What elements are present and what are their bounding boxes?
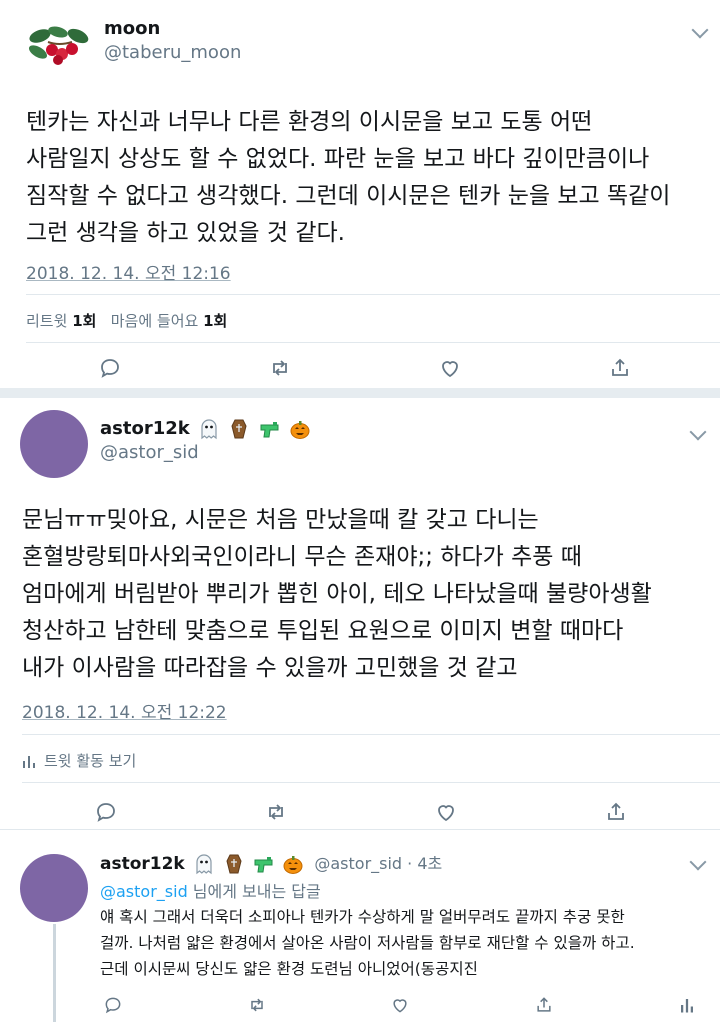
tweet-text-line: 텐카는 자신과 너무나 다른 환경의 이시문을 보고 도통 어떤 [26,109,593,135]
tweet-text-line: 짐작할 수 없다고 생각했다. 그런데 이시문은 텐카 눈을 보고 똑같이 [26,183,671,209]
tweet-text-line: 걸까. 나처럼 얇은 환경에서 살아온 사람이 저사람들 함부로 재단할 수 있… [100,934,635,952]
divider [22,734,720,735]
tweet-text-line: 혼혈방랑퇴마사외국인이라니 무슨 존재야;; 하다가 추풍 때 [22,544,582,570]
water-pistol-icon [260,422,279,438]
like-icon[interactable] [433,799,459,825]
coffin-icon [226,854,242,874]
share-icon[interactable] [603,799,629,825]
reply-to-handle[interactable]: @astor_sid [100,882,188,901]
retweet-stat-label[interactable]: 리트윗 [26,312,67,330]
divider [26,294,720,295]
tweet-text-line: 문님ㅠㅠ밎아요, 시문은 처음 만났을때 칼 갖고 다니는 [22,507,539,533]
thread-line [53,924,56,1022]
reply-to-suffix: 님에게 보내는 답글 [187,882,321,901]
chevron-down-icon[interactable] [689,423,707,441]
like-stat-label[interactable]: 마음에 들어요 [111,312,199,330]
tweet-text: 텐카는 자신과 너무나 다른 환경의 이시문을 보고 도통 어떤 사람일지 상상… [26,104,670,252]
like-stat-count[interactable]: 1회 [203,312,227,330]
tweet-text-line: 내가 이사람을 따라잡을 수 있을까 고민했을 것 같고 [22,655,518,681]
chevron-down-icon[interactable] [689,853,707,871]
water-pistol-icon [254,857,273,873]
divider [26,342,720,343]
like-icon[interactable] [437,355,463,381]
tweet-activity-label: 트윗 활동 보기 [44,752,137,770]
tweet-timestamp[interactable]: 2018. 12. 14. 오전 12:22 [22,698,227,723]
tweet-text-line: 청산하고 남한테 맞춤으로 투입된 요원으로 이미지 변할 때마다 [22,618,624,644]
author-name[interactable]: astor12k [100,854,185,874]
cherry-branch-avatar[interactable] [28,22,90,66]
retweet-icon[interactable] [263,799,289,825]
author-name-row: astor12k [100,418,311,440]
author-name[interactable]: moon [104,18,160,39]
tweet-activity-link[interactable]: 트윗 활동 보기 [22,750,136,771]
avatar[interactable] [20,854,88,922]
author-name-row: astor12k @astor_sid · 4초 [100,850,442,875]
tweet-text-line: 엄마에게 버림받아 뿌리가 뽑힌 아이, 테오 나타났을때 불량아생활 [22,581,652,607]
tweet-text: 얘 혹시 그래서 더욱더 소피아나 텐카가 수상하게 말 얼버무려도 끝까지 추… [100,904,635,982]
tweet-timestamp[interactable]: 2018. 12. 14. 오전 12:16 [26,259,231,284]
tweet-text: 문님ㅠㅠ밎아요, 시문은 처음 만났을때 칼 갖고 다니는 혼혈방랑퇴마사외국인… [22,502,652,687]
retweet-icon[interactable] [267,355,293,381]
avatar[interactable] [20,410,88,478]
section-separator [0,388,720,398]
author-name[interactable]: astor12k [100,418,190,439]
chevron-down-icon[interactable] [691,21,709,39]
replying-to: @astor_sid 님에게 보내는 답글 [100,878,321,902]
retweet-stat-count[interactable]: 1회 [72,312,96,330]
action-bar [100,992,700,1018]
tweet-moon: moon @taberu_moon 텐카는 자신과 너무나 다른 환경의 이시문… [0,0,720,388]
tweet-text-line: 사람일지 상상도 할 수 없었다. 파란 눈을 보고 바다 깊이만큼이나 [26,146,650,172]
coffin-icon [231,419,247,439]
tweet-text-line: 근데 이시문씨 당신도 얇은 환경 도련님 아니었어(동공지진 [100,960,478,978]
jack-o-lantern-icon [290,421,310,439]
action-bar [93,799,629,825]
reply-icon[interactable] [97,355,123,381]
bar-chart-icon[interactable] [674,992,700,1018]
jack-o-lantern-icon [283,856,303,874]
action-bar [97,355,633,381]
author-handle[interactable]: @taberu_moon [104,42,241,63]
engagement-stats: 리트윗 1회 마음에 들어요 1회 [26,310,227,331]
bar-chart-icon [23,755,35,768]
retweet-icon[interactable] [244,992,270,1018]
reply-icon[interactable] [100,992,126,1018]
reply-icon[interactable] [93,799,119,825]
ghost-icon [201,419,217,440]
ghost-icon [196,854,212,875]
like-icon[interactable] [387,992,413,1018]
reply-tweet: astor12k @astor_sid · 4초 @astor_sid 님에게 … [0,830,720,1022]
author-handle-time[interactable]: @astor_sid · 4초 [314,854,442,873]
author-handle[interactable]: @astor_sid [100,442,199,463]
tweet-text-line: 얘 혹시 그래서 더욱더 소피아나 텐카가 수상하게 말 얼버무려도 끝까지 추… [100,908,625,926]
share-icon[interactable] [607,355,633,381]
tweet-text-line: 그런 생각을 하고 있었을 것 같다. [26,220,345,246]
divider [22,782,720,783]
share-icon[interactable] [531,992,557,1018]
tweet-astor: astor12k @astor_sid 문님ㅠㅠ밎아요, 시문은 처음 만났을때… [0,398,720,830]
